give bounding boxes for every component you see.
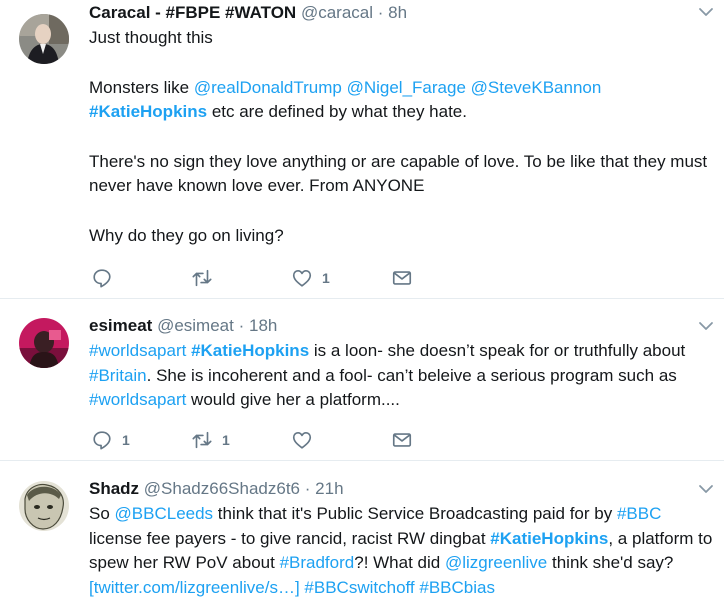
like-button[interactable]: 1 — [291, 266, 330, 290]
retweet-button[interactable] — [191, 266, 222, 290]
text: Just thought this — [89, 28, 213, 47]
hashtag-link[interactable]: #worldsapart — [89, 341, 186, 360]
hashtag-link[interactable]: #BBCswitchoff — [304, 578, 414, 597]
handle[interactable]: @Shadz66Shadz6t6 — [144, 479, 300, 498]
hashtag-link[interactable]: #BBCbias — [419, 578, 495, 597]
like-button[interactable] — [291, 428, 322, 452]
tweet-text: #worldsapart #KatieHopkins is a loon- sh… — [89, 339, 714, 413]
hashtag-link[interactable]: #worldsapart — [89, 390, 186, 409]
display-name[interactable]: Shadz — [89, 479, 139, 498]
tweet-actions: 1 1 — [89, 428, 449, 452]
hashtag-link[interactable]: #KatieHopkins — [89, 102, 207, 121]
chevron-down-icon[interactable] — [698, 4, 714, 20]
mention-link[interactable]: @realDonaldTrump — [194, 78, 342, 97]
mention-link[interactable]: @BBCLeeds — [115, 504, 214, 523]
chevron-down-icon[interactable] — [698, 481, 714, 497]
retweet-button[interactable]: 1 — [191, 428, 230, 452]
tweet[interactable]: Caracal - #FBPE #WATON @caracal · 8h Jus… — [0, 0, 724, 298]
tweet-header: esimeat @esimeat · 18h — [89, 316, 277, 336]
message-button[interactable] — [391, 428, 413, 452]
avatar[interactable] — [19, 318, 69, 368]
tweet-text: So @BBCLeeds think that it's Public Serv… — [89, 502, 714, 600]
hashtag-link[interactable]: #Bradford — [280, 553, 355, 572]
tweet-header: Shadz @Shadz66Shadz6t6 · 21h — [89, 479, 344, 499]
tweet[interactable]: esimeat @esimeat · 18h #worldsapart #Kat… — [0, 299, 724, 460]
hashtag-link[interactable]: #KatieHopkins — [490, 529, 608, 548]
timestamp[interactable]: 8h — [388, 3, 407, 22]
tweet-paragraph: Why do they go on living? — [89, 224, 714, 249]
hashtag-link[interactable]: #Britain — [89, 366, 147, 385]
text: think she'd say? — [547, 553, 674, 572]
avatar[interactable] — [19, 481, 69, 531]
reply-icon — [93, 431, 111, 450]
like-count: 1 — [322, 270, 330, 286]
reply-icon — [93, 269, 111, 288]
reply-button[interactable] — [91, 266, 122, 290]
text: ?! What did — [354, 553, 445, 572]
chevron-down-icon[interactable] — [698, 318, 714, 334]
dot-separator: · — [377, 3, 384, 22]
hashtag-link[interactable]: #BBC — [617, 504, 661, 523]
display-name[interactable]: esimeat — [89, 316, 152, 335]
tweet-header: Caracal - #FBPE #WATON @caracal · 8h — [89, 3, 407, 23]
handle[interactable]: @esimeat — [157, 316, 234, 335]
dot-separator: · — [238, 316, 245, 335]
handle[interactable]: @caracal — [301, 3, 373, 22]
dot-separator: · — [304, 479, 311, 498]
message-icon — [392, 271, 412, 285]
text: So — [89, 504, 115, 523]
avatar[interactable] — [19, 14, 69, 64]
retweet-icon — [192, 269, 212, 287]
text: etc are defined by what they hate. — [207, 102, 467, 121]
timestamp[interactable]: 18h — [249, 316, 277, 335]
tweet-paragraph: Monsters like @realDonaldTrump @Nigel_Fa… — [89, 76, 714, 125]
text: is a loon- she doesn’t speak for or trut… — [309, 341, 686, 360]
like-icon — [292, 270, 312, 287]
retweet-icon — [192, 431, 212, 449]
display-name[interactable]: Caracal - #FBPE #WATON — [89, 3, 296, 22]
tweet[interactable]: Shadz @Shadz66Shadz6t6 · 21h So @BBCLeed… — [0, 461, 724, 612]
text: think that it's Public Service Broadcast… — [213, 504, 617, 523]
hashtag-link[interactable]: #KatieHopkins — [191, 341, 309, 360]
text: would give her a platform.... — [186, 390, 400, 409]
text: . She is incoherent and a fool- can’t be… — [146, 365, 677, 385]
url-link[interactable]: [twitter.com/lizgreenlive/s…] — [89, 578, 300, 597]
reply-button[interactable]: 1 — [91, 428, 130, 452]
like-icon — [292, 432, 312, 449]
tweet-paragraph: Just thought this — [89, 26, 714, 51]
message-icon — [392, 433, 412, 447]
mention-link[interactable]: @SteveKBannon — [471, 78, 602, 97]
mention-link[interactable]: @lizgreenlive — [445, 553, 547, 572]
tweet-actions: 1 — [89, 266, 449, 290]
tweet-paragraph: So @BBCLeeds think that it's Public Serv… — [89, 502, 714, 600]
text: license fee payers - to give rancid, rac… — [89, 528, 491, 548]
retweet-count: 1 — [222, 432, 230, 448]
reply-count: 1 — [122, 432, 130, 448]
tweet-paragraph: #worldsapart #KatieHopkins is a loon- sh… — [89, 339, 714, 413]
timestamp[interactable]: 21h — [315, 479, 343, 498]
text: Monsters like — [89, 77, 194, 97]
message-button[interactable] — [391, 266, 413, 290]
tweet-text: Just thought this Monsters like @realDon… — [89, 26, 714, 248]
text: There's no sign they love anything or ar… — [89, 151, 708, 196]
text: Why do they go on living? — [89, 225, 284, 245]
mention-link[interactable]: @Nigel_Farage — [347, 78, 466, 97]
tweet-paragraph: There's no sign they love anything or ar… — [89, 150, 714, 199]
